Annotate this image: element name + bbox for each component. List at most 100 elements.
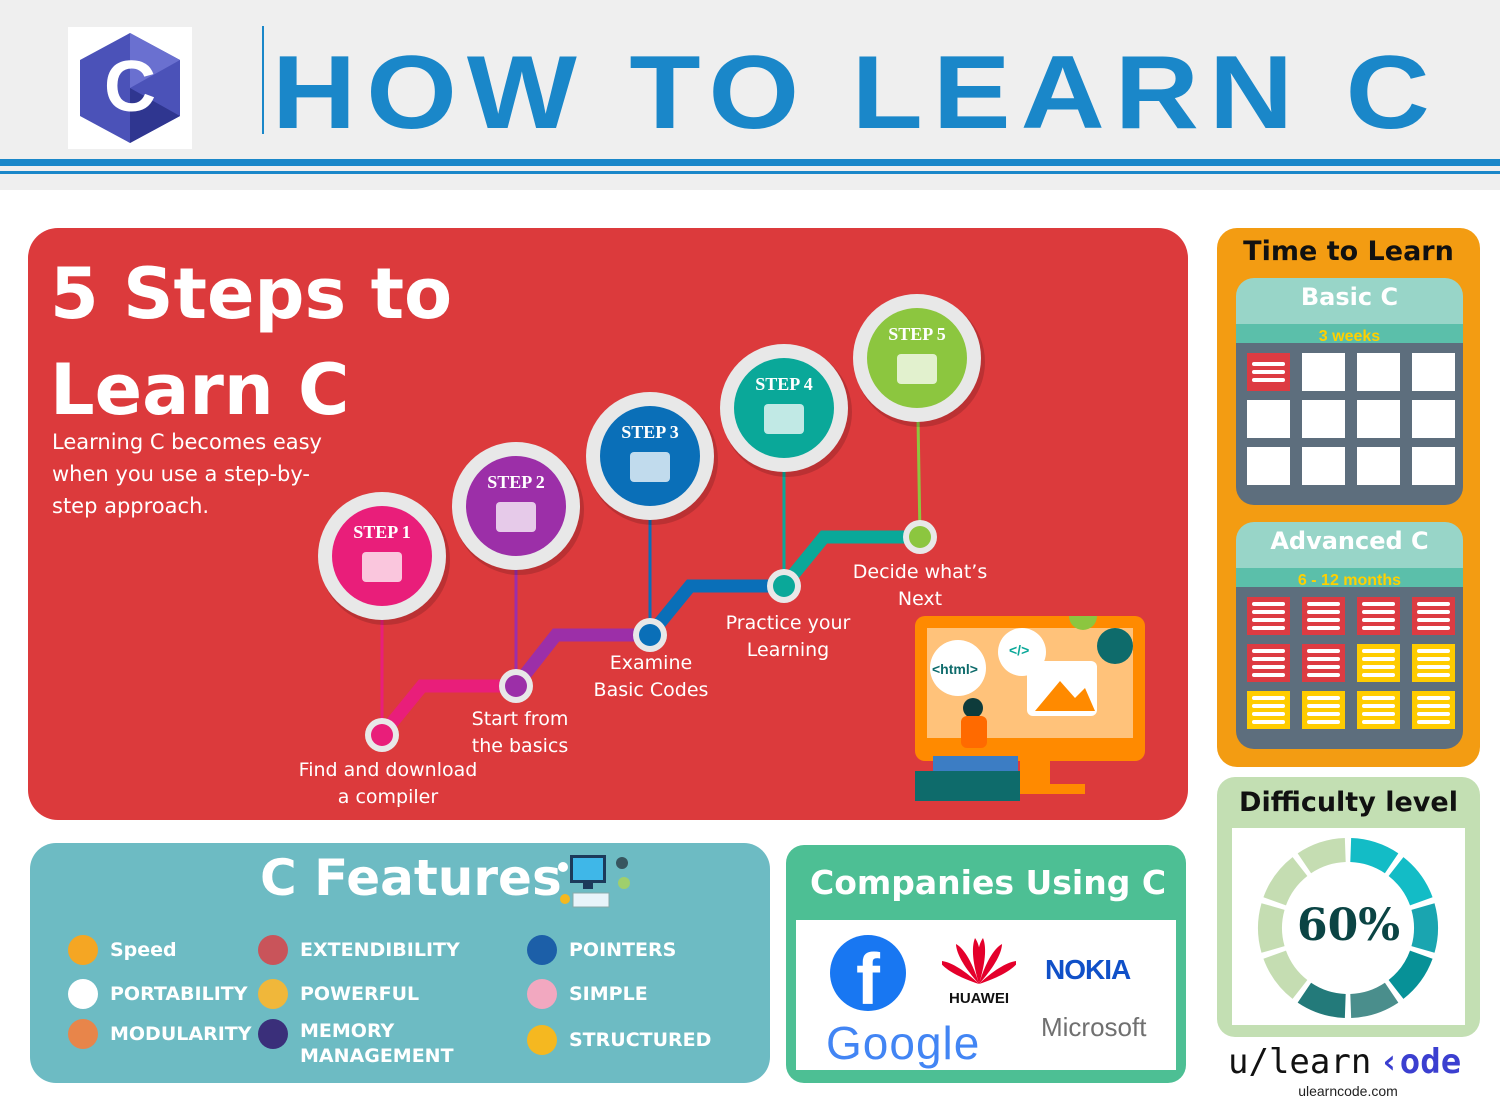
company-logos: f HUAWEI NOKIA Google Microsoft <box>796 920 1176 1070</box>
feature-item: SIMPLE <box>527 979 648 1009</box>
step-icon <box>496 502 536 532</box>
step-node[interactable] <box>909 526 931 548</box>
gauge-segment-filled <box>1297 982 1346 1018</box>
gauge-segment-filled <box>1388 857 1433 906</box>
features-panel: C Features Speed PORTABILITY MODULARITY EXT… <box>30 843 770 1083</box>
companies-title: Companies Using C <box>810 863 1167 902</box>
step-node[interactable] <box>371 724 393 746</box>
calendar-cell-filled <box>1302 597 1345 635</box>
calendar-cell-filled <box>1247 691 1290 729</box>
feature-label: STRUCTURED <box>569 1029 712 1051</box>
step-label-line: the basics <box>471 735 569 757</box>
gauge-segment-empty <box>1263 950 1308 999</box>
thumbs-up-icon <box>258 935 288 965</box>
step-label: Decide what’s Next <box>820 559 1020 613</box>
companies-panel: Companies Using C f HUAWEI NOKIA Google … <box>786 845 1186 1083</box>
feature-label: MEMORY MANAGEMENT <box>300 1020 454 1067</box>
gauge-segment-empty <box>1297 838 1346 874</box>
header: C HOW TO LEARN C <box>0 0 1500 190</box>
calendar-cell <box>1357 400 1400 438</box>
feature-label: Speed <box>110 939 177 961</box>
portability-icon <box>68 979 98 1009</box>
feature-item: EXTENDIBILITY <box>258 935 460 965</box>
step-label-line: Practice your <box>725 612 851 634</box>
step-label-line: Decide what’s <box>852 561 988 583</box>
feature-label: MODULARITY <box>110 1023 252 1045</box>
svg-text:C: C <box>104 47 156 127</box>
calendar-cell <box>1412 353 1455 391</box>
steps-panel: 5 Steps to Learn C Learning C becomes ea… <box>28 228 1188 820</box>
calendar-cell-filled <box>1302 644 1345 682</box>
step-label-line: Start from <box>471 708 569 730</box>
brand-logo: u/learn ‹ode <box>1228 1042 1461 1082</box>
features-title: C Features <box>260 849 562 907</box>
level-name: Basic C <box>1300 283 1399 311</box>
code-tag: </> <box>1009 642 1030 658</box>
brand-url[interactable]: ulearncode.com <box>1228 1083 1468 1099</box>
feature-item: Speed <box>68 935 177 965</box>
gauge-segment-filled <box>1350 838 1399 874</box>
feature-label: PORTABILITY <box>110 983 248 1005</box>
step-badge: STEP 3 <box>621 422 679 442</box>
calendar-cell-filled <box>1412 597 1455 635</box>
step-label-line: a compiler <box>337 786 439 808</box>
c-logo: C <box>68 27 192 149</box>
feature-item: PORTABILITY <box>68 979 248 1009</box>
calendar-cell <box>1302 447 1345 485</box>
calendar-cell-filled <box>1357 644 1400 682</box>
modularity-icon <box>68 1019 98 1049</box>
calendar-cell-filled <box>1247 644 1290 682</box>
feature-item: MEMORY MANAGEMENT <box>258 1019 454 1069</box>
calendar-cell <box>1412 447 1455 485</box>
difficulty-panel: Difficulty level 60% <box>1217 777 1480 1037</box>
feature-label: SIMPLE <box>569 983 648 1005</box>
feature-label: EXTENDIBILITY <box>300 939 460 961</box>
time-to-learn-panel: Time to Learn Basic C 3 weeks Advanced C… <box>1217 228 1480 767</box>
feature-label: POWERFUL <box>300 983 420 1005</box>
step-badge: STEP 5 <box>888 324 946 344</box>
header-rule-thin <box>0 171 1500 174</box>
step-label-line: Learning <box>746 639 830 661</box>
brand-logo-a: u/learn <box>1228 1042 1372 1082</box>
basic-c-calendar <box>1236 343 1463 505</box>
header-rule <box>0 159 1500 166</box>
coding-illustration: <html> </> <box>915 602 1145 801</box>
facebook-logo: f <box>830 935 906 1011</box>
calendar-cell <box>1357 447 1400 485</box>
step-icon <box>764 404 804 434</box>
calendar-cell <box>1247 447 1290 485</box>
feature-item: STRUCTURED <box>527 1025 711 1055</box>
level-name: Advanced C <box>1270 527 1429 555</box>
google-logo: Google <box>826 1017 981 1069</box>
monitor-icon <box>527 935 557 965</box>
calendar-cell-filled <box>1412 691 1455 729</box>
huawei-logo-icon <box>939 932 1019 989</box>
difficulty-gauge-box: 60% <box>1232 828 1465 1025</box>
calendar-cell <box>1302 400 1345 438</box>
calendar-cell <box>1412 400 1455 438</box>
step-label-line: Basic Codes <box>593 679 709 701</box>
step-badge: STEP 1 <box>353 522 411 542</box>
step-node[interactable] <box>773 575 795 597</box>
calendar-cell-filled <box>1412 644 1455 682</box>
speed-chart-icon <box>68 935 98 965</box>
calendar-cell <box>1302 353 1345 391</box>
brand-logo-b: ‹ode <box>1379 1042 1462 1082</box>
calendar-cell-filled <box>1247 353 1290 391</box>
shield-check-icon <box>258 979 288 1009</box>
step-label: Find and download a compiler <box>288 757 488 811</box>
step-label: Practice your Learning <box>688 610 888 664</box>
step-badge: STEP 2 <box>487 472 545 492</box>
step-badge: STEP 4 <box>755 374 813 394</box>
checkbox-icon <box>527 979 557 1009</box>
step-node[interactable] <box>505 675 527 697</box>
difficulty-title: Difficulty level <box>1239 787 1458 818</box>
calendar-cell-filled <box>1357 691 1400 729</box>
nokia-logo: NOKIA <box>1045 954 1131 985</box>
computer-illustration-icon <box>555 853 635 916</box>
feature-item: POWERFUL <box>258 979 419 1009</box>
divider <box>262 26 264 134</box>
step-label: Start from the basics <box>420 706 620 760</box>
step-node[interactable] <box>639 624 661 646</box>
step-label-line: Find and download <box>298 759 478 781</box>
